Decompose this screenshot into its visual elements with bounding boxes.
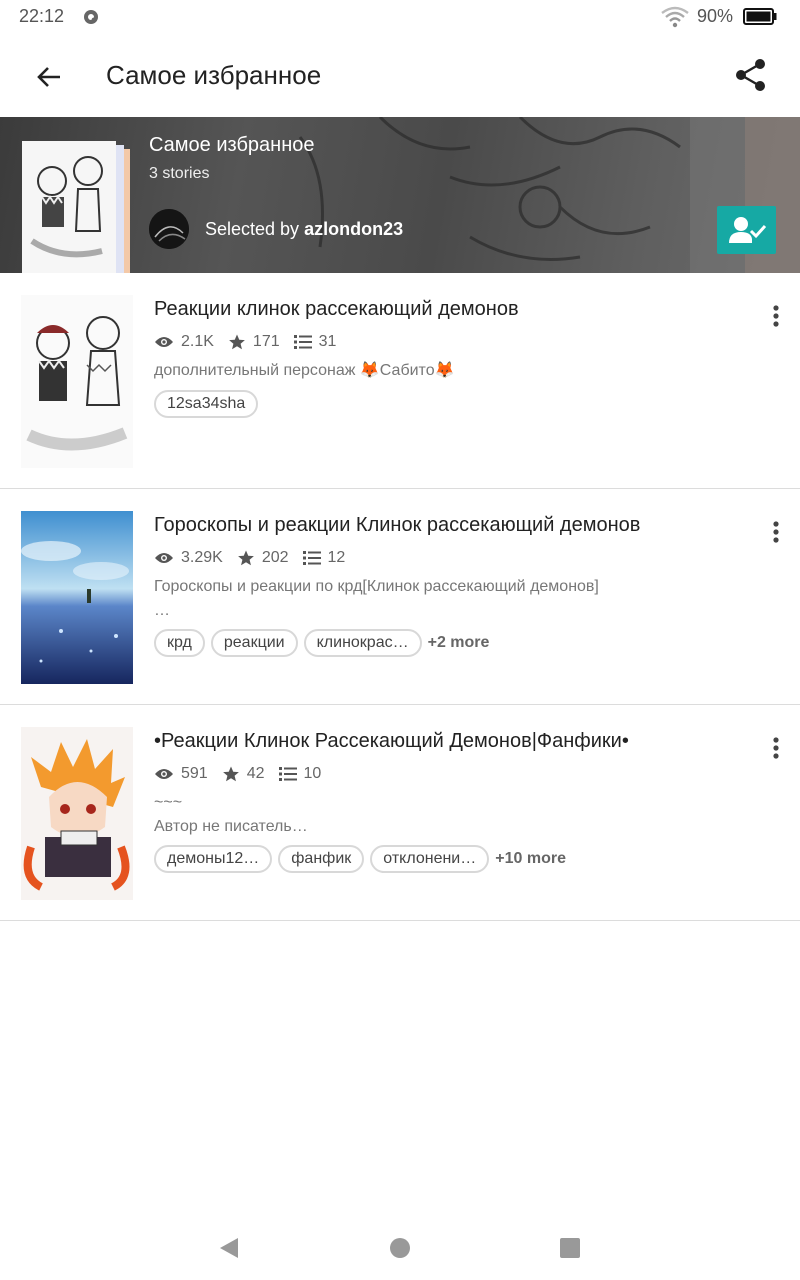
- reading-list-header: Самое избранное 3 stories Selected by az…: [0, 117, 800, 273]
- status-time: 22:12: [19, 6, 65, 26]
- star-icon: [229, 334, 245, 350]
- tag-chip[interactable]: крд: [154, 629, 205, 657]
- page-title: Самое избранное: [106, 60, 322, 90]
- list-title: Самое избранное: [149, 134, 315, 156]
- tag-chip[interactable]: 12sa34sha: [154, 390, 259, 418]
- notification-icon: [84, 10, 98, 24]
- list-icon: [302, 551, 321, 565]
- battery-icon: [743, 8, 777, 25]
- follow-user-check-icon: [728, 217, 766, 243]
- curator-prefix: Selected by: [205, 219, 300, 239]
- more-vert-icon: [773, 521, 779, 543]
- share-icon: [736, 59, 765, 91]
- tag-chip[interactable]: реакции: [210, 629, 298, 657]
- more-tags-link[interactable]: +2 more: [428, 634, 490, 652]
- arrow-left-icon: [37, 67, 60, 87]
- votes-stat: 202: [237, 549, 289, 567]
- star-icon: [237, 550, 254, 566]
- nav-back-icon[interactable]: [218, 1236, 240, 1260]
- list-icon: [293, 335, 312, 349]
- reads-stat: 3.29K: [154, 549, 223, 567]
- curator-avatar[interactable]: [149, 209, 189, 249]
- story-tags: 12sa34sha: [154, 390, 264, 418]
- eye-icon: [155, 553, 173, 563]
- votes-count: 171: [252, 333, 280, 350]
- story-description: ~~~ Автор не писатель…: [154, 791, 308, 839]
- story-item[interactable]: Гороскопы и реакции Клинок рассекающий д…: [0, 489, 800, 705]
- follow-curator-button[interactable]: [717, 206, 776, 254]
- reads-count: 3.29K: [181, 549, 223, 566]
- description-line: ~~~: [154, 794, 183, 811]
- story-stats: 3.29K 202 12: [154, 547, 359, 569]
- story-stats: 591 42 10: [154, 763, 335, 785]
- star-icon: [222, 766, 239, 782]
- reads-stat: 591: [154, 765, 208, 783]
- parts-stat: 10: [278, 765, 322, 783]
- parts-count: 31: [318, 333, 337, 350]
- eye-icon: [155, 769, 173, 779]
- curator-line[interactable]: Selected by azlondon23: [205, 219, 403, 240]
- more-vert-icon: [773, 305, 779, 327]
- list-icon: [278, 767, 297, 781]
- story-tags: крд реакции клинокрас… +2 more: [154, 629, 489, 657]
- story-cover-image[interactable]: [21, 727, 133, 900]
- story-overflow-button[interactable]: [762, 517, 790, 547]
- description-line: …: [154, 602, 170, 619]
- status-bar: 22:12 90%: [0, 0, 800, 34]
- curator-name: azlondon23: [304, 219, 404, 239]
- votes-count: 42: [246, 765, 265, 782]
- parts-stat: 12: [302, 549, 346, 567]
- story-tags: демоны12… фанфик отклонени… +10 more: [154, 845, 566, 873]
- story-description: Гороскопы и реакции по крд[Клинок рассек…: [154, 575, 599, 623]
- story-overflow-button[interactable]: [762, 733, 790, 763]
- tag-chip[interactable]: фанфик: [278, 845, 365, 873]
- story-overflow-button[interactable]: [762, 301, 790, 331]
- story-title[interactable]: Реакции клинок рассекающий демонов: [154, 298, 519, 321]
- story-cover-image[interactable]: [21, 511, 133, 684]
- description-line: Гороскопы и реакции по крд[Клинок рассек…: [154, 578, 599, 595]
- votes-stat: 42: [222, 765, 265, 783]
- description-line: Автор не писатель…: [154, 818, 308, 835]
- story-cover-image[interactable]: [21, 295, 133, 468]
- story-description: дополнительный персонаж 🦊Сабито🦊: [154, 359, 455, 383]
- parts-stat: 31: [293, 333, 337, 351]
- description-line: дополнительный персонаж 🦊Сабито🦊: [154, 362, 455, 379]
- more-tags-link[interactable]: +10 more: [495, 850, 566, 868]
- story-title[interactable]: •Реакции Клинок Рассекающий Демонов|Фанф…: [154, 730, 629, 753]
- nav-home-icon[interactable]: [390, 1238, 410, 1258]
- reads-count: 591: [181, 765, 208, 782]
- share-button[interactable]: [726, 50, 776, 100]
- story-item[interactable]: •Реакции Клинок Рассекающий Демонов|Фанф…: [0, 705, 800, 921]
- parts-count: 12: [327, 549, 346, 566]
- wifi-icon: [661, 6, 689, 28]
- votes-stat: 171: [228, 333, 280, 351]
- parts-count: 10: [303, 765, 322, 782]
- story-stats: 2.1K 171 31: [154, 331, 350, 353]
- system-nav-bar: [0, 1216, 800, 1280]
- reads-count: 2.1K: [181, 333, 214, 350]
- nav-recents-icon[interactable]: [560, 1238, 580, 1258]
- reads-stat: 2.1K: [154, 333, 214, 351]
- app-toolbar: Самое избранное: [0, 34, 800, 117]
- more-vert-icon: [773, 737, 779, 759]
- tag-chip[interactable]: отклонени…: [370, 845, 490, 873]
- votes-count: 202: [261, 549, 289, 566]
- list-story-count: 3 stories: [149, 165, 210, 182]
- battery-percentage: 90%: [697, 6, 734, 26]
- eye-icon: [155, 337, 173, 347]
- tag-chip[interactable]: клинокрас…: [303, 629, 422, 657]
- story-item[interactable]: Реакции клинок рассекающий демонов 2.1K …: [0, 273, 800, 489]
- list-cover-image: [22, 141, 116, 273]
- tag-chip[interactable]: демоны12…: [154, 845, 273, 873]
- list-cover-stack: [22, 141, 132, 273]
- back-button[interactable]: [26, 54, 72, 100]
- story-title[interactable]: Гороскопы и реакции Клинок рассекающий д…: [154, 514, 640, 537]
